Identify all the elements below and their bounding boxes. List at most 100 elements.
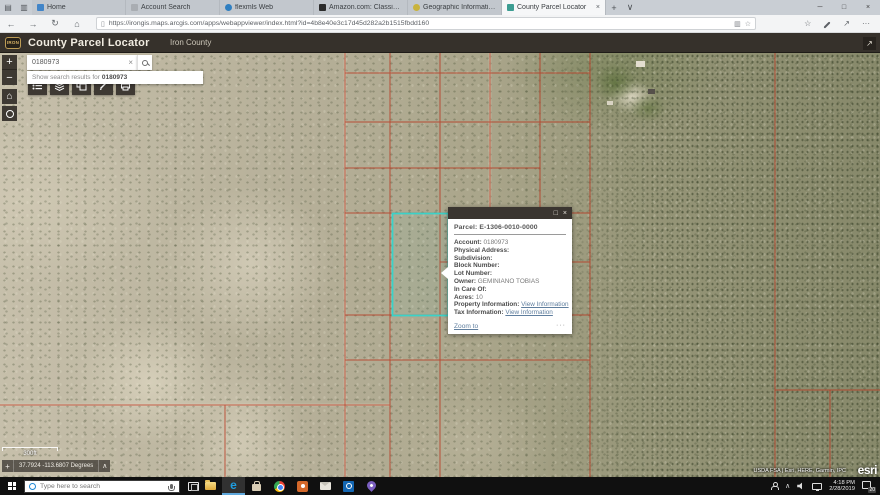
maximize-button[interactable]: □ xyxy=(832,0,856,15)
scale-label: 300ft xyxy=(2,451,58,457)
clock-date: 2/28/2019 xyxy=(829,486,855,493)
tab-flexmls-web[interactable]: flexmls Web xyxy=(220,0,314,15)
building xyxy=(636,61,645,67)
map-canvas[interactable]: + − ⌂ × Show search results for 0180973 xyxy=(0,53,880,477)
field-subdivision: Subdivision: xyxy=(454,255,566,263)
clock[interactable]: 4:18 PM 2/28/2019 xyxy=(829,480,855,493)
field-property-information: Property Information: View Information xyxy=(454,301,566,309)
tab-label: Account Search xyxy=(141,4,214,11)
minimize-button[interactable]: ─ xyxy=(808,0,832,15)
task-view-button[interactable] xyxy=(188,482,199,491)
edge-logo-icon: e xyxy=(230,479,237,491)
chrome-app-icon[interactable] xyxy=(268,477,291,495)
map-pin-icon xyxy=(365,479,378,492)
tab-county-parcel-locator[interactable]: County Parcel Locator × xyxy=(502,0,606,15)
zoom-to-link[interactable]: Zoom to xyxy=(454,323,478,330)
field-physical-address: Physical Address: xyxy=(454,247,566,255)
crosshair-icon[interactable]: + xyxy=(2,460,14,472)
tab-close-icon[interactable]: × xyxy=(594,4,600,11)
volume-icon[interactable] xyxy=(797,482,805,490)
search-suggestion[interactable]: Show search results for 0180973 xyxy=(27,71,203,84)
system-tray: ∧ 4:18 PM 2/28/2019 20 xyxy=(770,480,880,493)
network-icon[interactable] xyxy=(812,483,822,490)
notification-badge: 20 xyxy=(868,487,876,493)
tab-home[interactable]: Home xyxy=(32,0,126,15)
suggestion-term: 0180973 xyxy=(102,74,127,81)
coordinate-caret-button[interactable]: ∧ xyxy=(98,460,110,472)
action-center-button[interactable]: 20 xyxy=(862,481,874,491)
microphone-icon[interactable] xyxy=(170,484,173,489)
popup-callout-arrow xyxy=(441,267,448,279)
tax-information-link[interactable]: View Information xyxy=(505,309,552,316)
set-aside-tabs-icon[interactable]: ▤ xyxy=(0,0,16,15)
zoom-in-button[interactable]: + xyxy=(2,55,17,70)
tab-list-dropdown-icon[interactable]: ∨ xyxy=(622,0,638,15)
popup-close-icon[interactable]: × xyxy=(563,210,567,217)
header-arrow-button[interactable]: ↗ xyxy=(863,37,876,50)
maps-app-icon[interactable] xyxy=(360,477,383,495)
favorites-hub-icon[interactable]: ☆ xyxy=(804,19,811,28)
taskbar-search-box[interactable] xyxy=(24,480,180,493)
start-button[interactable] xyxy=(0,477,24,495)
map-attribution: USDA FSA | Esri, HERE, Garmin, IPC xyxy=(753,468,846,474)
orange-tile-icon xyxy=(297,481,308,492)
mail-app-icon[interactable] xyxy=(314,477,337,495)
tab-geographic-information[interactable]: Geographic Information Sys xyxy=(408,0,502,15)
refresh-icon[interactable]: ↻ xyxy=(44,18,66,29)
popup-more-options-icon[interactable]: ··· xyxy=(556,324,566,328)
taskbar-search-input[interactable] xyxy=(40,483,166,490)
photos-app-icon[interactable] xyxy=(291,477,314,495)
scale-bar: 300ft xyxy=(2,447,58,457)
tab-account-search[interactable]: Account Search xyxy=(126,0,220,15)
address-bar[interactable]: ▯ https://irongis.maps.arcgis.com/apps/w… xyxy=(96,17,756,30)
back-icon[interactable]: ← xyxy=(0,19,22,29)
windows-logo-icon xyxy=(8,482,16,490)
close-button[interactable]: × xyxy=(856,0,880,15)
coordinate-readout: 37.7924 -113.6807 Degrees xyxy=(14,463,98,469)
tab-preview-icon[interactable]: ▥ xyxy=(16,0,32,15)
zoom-out-button[interactable]: − xyxy=(2,70,17,85)
edge-app-icon[interactable]: e xyxy=(222,477,245,495)
page-icon: ▯ xyxy=(101,20,105,28)
building xyxy=(648,89,655,94)
show-hidden-icons-button[interactable]: ∧ xyxy=(785,482,790,490)
parcel-search-box[interactable]: × xyxy=(27,55,137,70)
property-information-link[interactable]: View Information xyxy=(521,301,568,308)
new-tab-button[interactable]: + xyxy=(606,0,622,15)
tab-home-favicon xyxy=(37,4,44,11)
tab-gis-favicon xyxy=(413,4,420,11)
search-button[interactable] xyxy=(137,55,152,70)
tab-amazon[interactable]: Amazon.com: Classic Flame xyxy=(314,0,408,15)
cortana-icon xyxy=(29,483,36,490)
url-text[interactable]: https://irongis.maps.arcgis.com/apps/web… xyxy=(109,20,730,27)
tab-label: Geographic Information Sys xyxy=(423,4,496,11)
file-explorer-app-icon[interactable] xyxy=(199,477,222,495)
browser-home-icon[interactable]: ⌂ xyxy=(66,19,88,29)
browser-titlebar: ▤ ▥ Home Account Search flexmls Web Amaz… xyxy=(0,0,880,15)
web-note-pen-icon[interactable] xyxy=(824,21,831,28)
default-extent-button[interactable]: ⌂ xyxy=(2,89,17,104)
my-location-button[interactable] xyxy=(2,106,17,121)
search-input[interactable] xyxy=(27,59,124,66)
county-subtitle: Iron County xyxy=(170,38,211,47)
tab-label: County Parcel Locator xyxy=(517,4,591,11)
browser-toolbar: ← → ↻ ⌂ ▯ https://irongis.maps.arcgis.co… xyxy=(0,15,880,33)
more-options-icon[interactable]: ··· xyxy=(862,19,870,28)
clear-search-icon[interactable]: × xyxy=(124,58,137,67)
popup-maximize-icon[interactable]: □ xyxy=(554,210,558,217)
share-icon[interactable]: ↗ xyxy=(843,19,850,28)
field-in-care-of: In Care Of: xyxy=(454,286,566,294)
forward-icon[interactable]: → xyxy=(22,19,44,29)
add-favorite-star-icon[interactable]: ☆ xyxy=(745,20,751,28)
outlook-app-icon[interactable] xyxy=(337,477,360,495)
popup-footer: Zoom to ··· xyxy=(454,322,566,330)
reading-view-icon[interactable]: ▥ xyxy=(734,20,741,28)
store-app-icon[interactable] xyxy=(245,477,268,495)
people-icon[interactable] xyxy=(770,482,778,490)
windows-taskbar: e ∧ 4:18 PM 2/28/2019 20 xyxy=(0,477,880,495)
tab-strip: Home Account Search flexmls Web Amazon.c… xyxy=(32,0,638,15)
selected-parcel-highlight[interactable] xyxy=(393,214,449,316)
field-block-number: Block Number: xyxy=(454,262,566,270)
popup-titlebar[interactable]: □ × xyxy=(448,207,572,219)
screen: ▤ ▥ Home Account Search flexmls Web Amaz… xyxy=(0,0,880,495)
